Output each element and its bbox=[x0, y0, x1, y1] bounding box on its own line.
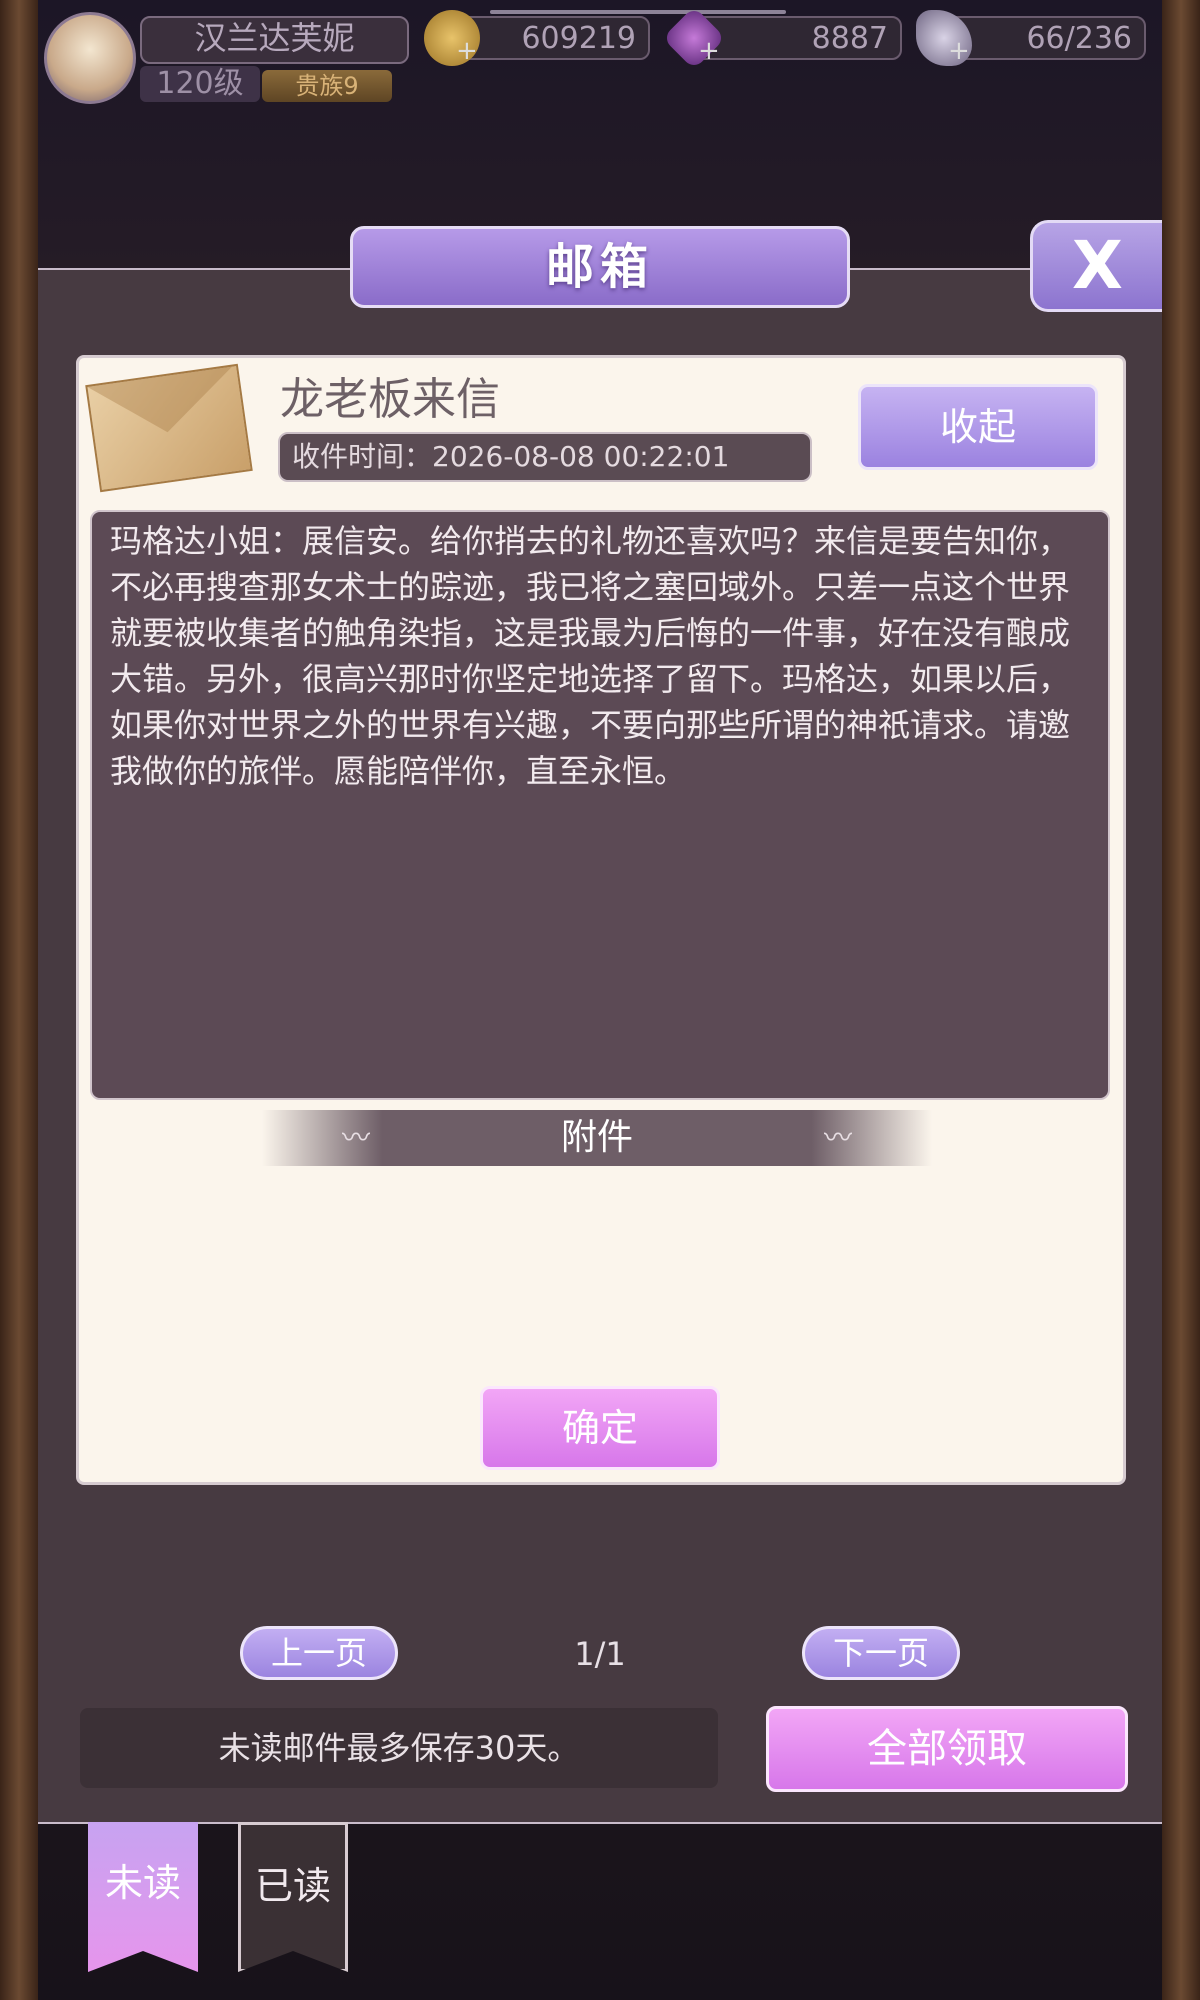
player-avatar[interactable] bbox=[44, 12, 136, 104]
page-indicator: 1/1 bbox=[574, 1635, 626, 1673]
right-flourish-icon: 〰 bbox=[823, 1121, 852, 1154]
attachments-header: 〰 附件 〰 bbox=[262, 1110, 932, 1166]
add-diamond-icon[interactable]: + bbox=[698, 38, 720, 64]
mailbox-title: 邮箱 bbox=[350, 226, 850, 308]
mail-title: 龙老板来信 bbox=[280, 374, 500, 425]
left-wood-frame bbox=[0, 0, 38, 2000]
retention-notice: 未读邮件最多保存30天。 bbox=[80, 1708, 718, 1788]
top-progress-indicator bbox=[490, 10, 786, 14]
player-name: 汉兰达芙妮 bbox=[140, 16, 409, 64]
gold-value: 609219 bbox=[521, 21, 636, 56]
left-flourish-icon: 〰 bbox=[342, 1121, 371, 1154]
add-gold-icon[interactable]: + bbox=[456, 38, 478, 64]
tab-unread[interactable]: 未读 bbox=[88, 1822, 198, 1972]
mail-received-time: 收件时间：2026-08-08 00:22:01 bbox=[278, 432, 812, 482]
collapse-button[interactable]: 收起 bbox=[858, 384, 1098, 470]
right-wood-frame bbox=[1162, 0, 1200, 2000]
noble-rank-badge[interactable]: 贵族9 bbox=[262, 70, 392, 102]
close-button[interactable]: X bbox=[1030, 220, 1162, 312]
attachments-label: 附件 bbox=[560, 1117, 633, 1158]
envelope-icon bbox=[85, 363, 253, 493]
add-stamina-icon[interactable]: + bbox=[948, 38, 970, 64]
claim-all-button[interactable]: 全部领取 bbox=[766, 1706, 1128, 1792]
diamond-value: 8887 bbox=[811, 21, 888, 56]
player-level: 120级 bbox=[140, 66, 260, 102]
stamina-value: 66/236 bbox=[1026, 21, 1132, 56]
stamina-counter[interactable]: + 66/236 bbox=[916, 10, 1146, 66]
gold-counter[interactable]: + 609219 bbox=[424, 10, 650, 66]
tab-read[interactable]: 已读 bbox=[238, 1822, 348, 1972]
prev-page-button[interactable]: 上一页 bbox=[240, 1626, 398, 1680]
next-page-button[interactable]: 下一页 bbox=[802, 1626, 960, 1680]
diamond-counter[interactable]: + 8887 bbox=[662, 6, 902, 70]
mail-body: 玛格达小姐：展信安。给你捎去的礼物还喜欢吗？来信是要告知你，不必再搜查那女术士的… bbox=[90, 510, 1110, 1100]
confirm-button[interactable]: 确定 bbox=[480, 1386, 720, 1470]
